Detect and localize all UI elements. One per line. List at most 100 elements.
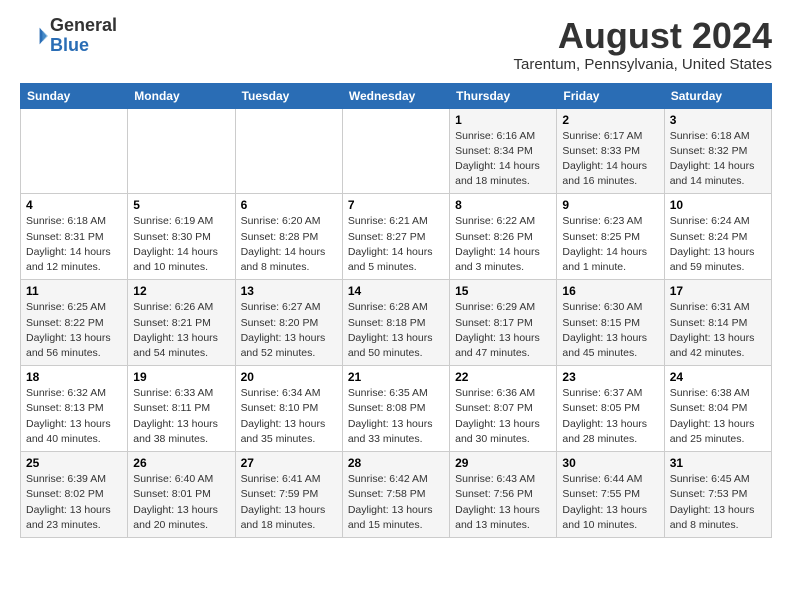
day-number: 19 (133, 370, 229, 384)
day-number: 6 (241, 198, 337, 212)
calendar-cell: 3 Sunrise: 6:18 AM Sunset: 8:32 PM Daylig… (664, 108, 771, 194)
day-number: 14 (348, 284, 444, 298)
calendar-cell: 18 Sunrise: 6:32 AM Sunset: 8:13 PM Dayli… (21, 366, 128, 452)
day-info: Sunrise: 6:40 AM Sunset: 8:01 PM Dayligh… (133, 472, 229, 533)
day-number: 4 (26, 198, 122, 212)
calendar-cell: 15 Sunrise: 6:29 AM Sunset: 8:17 PM Dayli… (450, 280, 557, 366)
calendar-cell: 7 Sunrise: 6:21 AM Sunset: 8:27 PM Daylig… (342, 194, 449, 280)
day-number: 10 (670, 198, 766, 212)
day-number: 27 (241, 456, 337, 470)
calendar-cell: 24Sunrise: 6:38 AM Sunset: 8:04 PM Dayli… (664, 366, 771, 452)
day-info: Sunrise: 6:21 AM Sunset: 8:27 PM Dayligh… (348, 214, 444, 275)
calendar-cell: 14 Sunrise: 6:28 AM Sunset: 8:18 PM Dayli… (342, 280, 449, 366)
day-info: Sunrise: 6:26 AM Sunset: 8:21 PM Dayligh… (133, 300, 229, 361)
calendar-cell: 5Sunrise: 6:19 AM Sunset: 8:30 PM Daylig… (128, 194, 235, 280)
day-info: Sunrise: 6:30 AM Sunset: 8:15 PM Dayligh… (562, 300, 658, 361)
day-number: 1 (455, 113, 551, 127)
day-number: 9 (562, 198, 658, 212)
day-info: Sunrise: 6:27 AM Sunset: 8:20 PM Dayligh… (241, 300, 337, 361)
week-row-5: 25 Sunrise: 6:39 AM Sunset: 8:02 PM Dayli… (21, 452, 772, 538)
day-of-week-thursday: Thursday (450, 83, 557, 108)
day-info: Sunrise: 6:31 AM Sunset: 8:14 PM Dayligh… (670, 300, 766, 361)
day-number: 29 (455, 456, 551, 470)
calendar-cell: 28Sunrise: 6:42 AM Sunset: 7:58 PM Dayli… (342, 452, 449, 538)
day-of-week-tuesday: Tuesday (235, 83, 342, 108)
day-info: Sunrise: 6:37 AM Sunset: 8:05 PM Dayligh… (562, 386, 658, 447)
day-number: 11 (26, 284, 122, 298)
calendar-cell: 6 Sunrise: 6:20 AM Sunset: 8:28 PM Daylig… (235, 194, 342, 280)
day-info: Sunrise: 6:39 AM Sunset: 8:02 PM Dayligh… (26, 472, 122, 533)
day-info: Sunrise: 6:20 AM Sunset: 8:28 PM Dayligh… (241, 214, 337, 275)
title-area: August 2024 Tarentum, Pennsylvania, Unit… (514, 16, 772, 73)
day-number: 16 (562, 284, 658, 298)
location-text: Tarentum, Pennsylvania, United States (514, 56, 772, 73)
calendar-cell: 10 Sunrise: 6:24 AM Sunset: 8:24 PM Dayli… (664, 194, 771, 280)
day-number: 13 (241, 284, 337, 298)
day-number: 28 (348, 456, 444, 470)
day-of-week-monday: Monday (128, 83, 235, 108)
calendar-cell: 21 Sunrise: 6:35 AM Sunset: 8:08 PM Dayli… (342, 366, 449, 452)
day-number: 18 (26, 370, 122, 384)
day-info: Sunrise: 6:41 AM Sunset: 7:59 PM Dayligh… (241, 472, 337, 533)
day-number: 31 (670, 456, 766, 470)
calendar-cell: 12 Sunrise: 6:26 AM Sunset: 8:21 PM Dayli… (128, 280, 235, 366)
week-row-4: 18 Sunrise: 6:32 AM Sunset: 8:13 PM Dayli… (21, 366, 772, 452)
day-info: Sunrise: 6:23 AM Sunset: 8:25 PM Dayligh… (562, 214, 658, 275)
day-number: 26 (133, 456, 229, 470)
week-row-3: 11Sunrise: 6:25 AM Sunset: 8:22 PM Dayli… (21, 280, 772, 366)
calendar-header: SundayMondayTuesdayWednesdayThursdayFrid… (21, 83, 772, 108)
day-number: 20 (241, 370, 337, 384)
calendar-cell: 8Sunrise: 6:22 AM Sunset: 8:26 PM Daylig… (450, 194, 557, 280)
day-info: Sunrise: 6:22 AM Sunset: 8:26 PM Dayligh… (455, 214, 551, 275)
day-of-week-wednesday: Wednesday (342, 83, 449, 108)
day-number: 12 (133, 284, 229, 298)
calendar-cell: 25 Sunrise: 6:39 AM Sunset: 8:02 PM Dayli… (21, 452, 128, 538)
day-info: Sunrise: 6:18 AM Sunset: 8:32 PM Dayligh… (670, 129, 766, 190)
calendar-cell: 29 Sunrise: 6:43 AM Sunset: 7:56 PM Dayli… (450, 452, 557, 538)
day-number: 15 (455, 284, 551, 298)
calendar-table: SundayMondayTuesdayWednesdayThursdayFrid… (20, 83, 772, 538)
day-info: Sunrise: 6:28 AM Sunset: 8:18 PM Dayligh… (348, 300, 444, 361)
day-info: Sunrise: 6:24 AM Sunset: 8:24 PM Dayligh… (670, 214, 766, 275)
calendar-cell: 9 Sunrise: 6:23 AM Sunset: 8:25 PM Daylig… (557, 194, 664, 280)
calendar-cell: 27 Sunrise: 6:41 AM Sunset: 7:59 PM Dayli… (235, 452, 342, 538)
calendar-cell: 19 Sunrise: 6:33 AM Sunset: 8:11 PM Dayli… (128, 366, 235, 452)
calendar-cell: 23 Sunrise: 6:37 AM Sunset: 8:05 PM Dayli… (557, 366, 664, 452)
day-number: 21 (348, 370, 444, 384)
calendar-cell: 2 Sunrise: 6:17 AM Sunset: 8:33 PM Daylig… (557, 108, 664, 194)
day-info: Sunrise: 6:43 AM Sunset: 7:56 PM Dayligh… (455, 472, 551, 533)
day-info: Sunrise: 6:33 AM Sunset: 8:11 PM Dayligh… (133, 386, 229, 447)
day-number: 25 (26, 456, 122, 470)
day-info: Sunrise: 6:35 AM Sunset: 8:08 PM Dayligh… (348, 386, 444, 447)
day-number: 23 (562, 370, 658, 384)
day-number: 3 (670, 113, 766, 127)
day-info: Sunrise: 6:36 AM Sunset: 8:07 PM Dayligh… (455, 386, 551, 447)
calendar-cell (235, 108, 342, 194)
header: General Blue August 2024 Tarentum, Penns… (20, 16, 772, 73)
calendar-cell: 1 Sunrise: 6:16 AM Sunset: 8:34 PM Daylig… (450, 108, 557, 194)
day-info: Sunrise: 6:17 AM Sunset: 8:33 PM Dayligh… (562, 129, 658, 190)
calendar-cell: 26 Sunrise: 6:40 AM Sunset: 8:01 PM Dayli… (128, 452, 235, 538)
day-number: 22 (455, 370, 551, 384)
calendar-cell (342, 108, 449, 194)
day-number: 7 (348, 198, 444, 212)
day-info: Sunrise: 6:38 AM Sunset: 8:04 PM Dayligh… (670, 386, 766, 447)
day-info: Sunrise: 6:45 AM Sunset: 7:53 PM Dayligh… (670, 472, 766, 533)
day-of-week-saturday: Saturday (664, 83, 771, 108)
calendar-cell: 4Sunrise: 6:18 AM Sunset: 8:31 PM Daylig… (21, 194, 128, 280)
day-info: Sunrise: 6:19 AM Sunset: 8:30 PM Dayligh… (133, 214, 229, 275)
day-info: Sunrise: 6:32 AM Sunset: 8:13 PM Dayligh… (26, 386, 122, 447)
calendar-cell: 11Sunrise: 6:25 AM Sunset: 8:22 PM Dayli… (21, 280, 128, 366)
logo: General Blue (20, 16, 117, 56)
calendar-cell: 17Sunrise: 6:31 AM Sunset: 8:14 PM Dayli… (664, 280, 771, 366)
day-number: 2 (562, 113, 658, 127)
day-number: 30 (562, 456, 658, 470)
day-of-week-friday: Friday (557, 83, 664, 108)
calendar-body: 1 Sunrise: 6:16 AM Sunset: 8:34 PM Daylig… (21, 108, 772, 537)
week-row-2: 4Sunrise: 6:18 AM Sunset: 8:31 PM Daylig… (21, 194, 772, 280)
day-info: Sunrise: 6:29 AM Sunset: 8:17 PM Dayligh… (455, 300, 551, 361)
week-row-1: 1 Sunrise: 6:16 AM Sunset: 8:34 PM Daylig… (21, 108, 772, 194)
day-info: Sunrise: 6:16 AM Sunset: 8:34 PM Dayligh… (455, 129, 551, 190)
calendar-cell: 22 Sunrise: 6:36 AM Sunset: 8:07 PM Dayli… (450, 366, 557, 452)
calendar-cell: 20Sunrise: 6:34 AM Sunset: 8:10 PM Dayli… (235, 366, 342, 452)
